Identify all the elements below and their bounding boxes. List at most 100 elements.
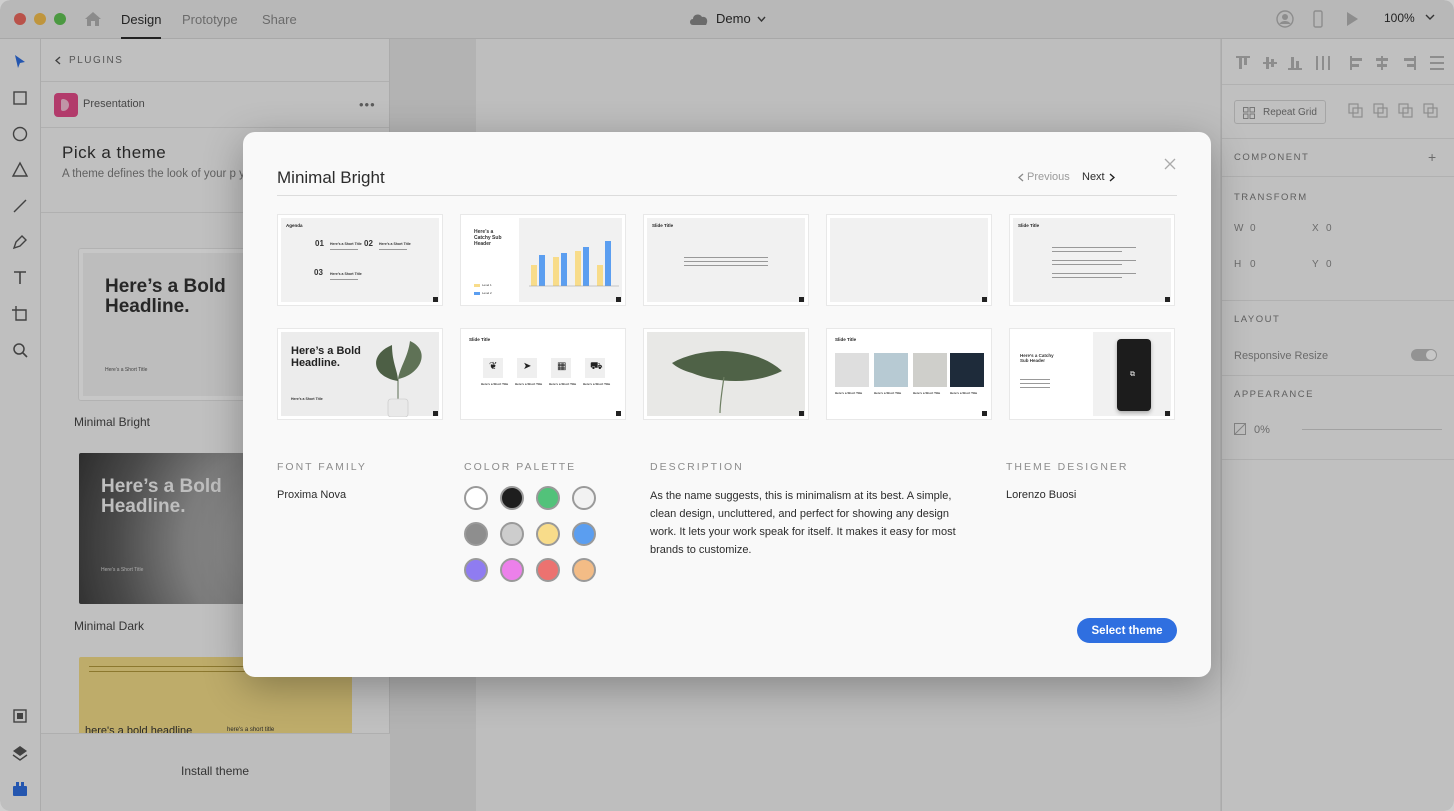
color-swatch (500, 486, 524, 510)
color-swatch (500, 522, 524, 546)
feature-icon-box: ▦ (551, 358, 571, 378)
select-theme-button[interactable]: Select theme (1077, 618, 1177, 643)
app-window: Design Prototype Share Demo 100% PLUGINS (0, 0, 1454, 811)
legend-label: Level 1 (482, 283, 492, 287)
color-swatch (464, 522, 488, 546)
color-swatch (572, 558, 596, 582)
gallery-image (874, 353, 908, 387)
color-swatch (536, 486, 560, 510)
theme-designer-value: Lorenzo Buosi (1006, 489, 1077, 501)
gallery-image (950, 353, 984, 387)
description-label: DESCRIPTION (650, 461, 744, 473)
text-line (379, 249, 407, 250)
gallery-image (913, 353, 947, 387)
gallery-caption: Here’s a Short Title (950, 391, 978, 395)
color-swatch (536, 558, 560, 582)
theme-designer-label: THEME DESIGNER (1006, 461, 1129, 473)
slide-title: Agenda (286, 223, 303, 228)
slide-background (647, 218, 805, 302)
slide-preview-agenda: Agenda 01 Here’s a Short Title 02 Here’s… (277, 214, 443, 306)
close-icon[interactable] (1164, 158, 1176, 170)
slide-headline: Here’s a Bold Headline. (291, 345, 361, 369)
text-line (1020, 379, 1050, 380)
feature-title: Here’s a Short Title (481, 382, 509, 386)
slide-preview-device: Here’s a Catchy Sub Header ⧉ (1009, 328, 1175, 420)
slide-title: Slide Title (1018, 223, 1040, 228)
chevron-right-icon (1109, 172, 1115, 182)
title-divider (277, 195, 1177, 196)
theme-description: As the name suggests, this is minimalism… (650, 490, 956, 556)
feature-title: Here’s a Short Title (549, 382, 577, 386)
text-line (1020, 383, 1050, 384)
text-line (1052, 260, 1136, 261)
agenda-number: 02 (364, 239, 373, 248)
slide-preview-text: Slide Title (643, 214, 809, 306)
chevron-left-icon (1018, 173, 1024, 181)
agenda-item-title: Here’s a Short Title (330, 242, 362, 246)
gallery-caption: Here’s a Short Title (835, 391, 863, 395)
mini-bar-chart (529, 241, 619, 287)
slide-badge (616, 297, 621, 302)
previous-label: Previous (1027, 171, 1070, 183)
text-line (684, 261, 768, 262)
leaf-photo (672, 351, 782, 413)
slide-badge (433, 297, 438, 302)
slide-badge (799, 411, 804, 416)
slide-title: Slide Title (835, 337, 857, 342)
slide-badge (799, 297, 804, 302)
text-line (1052, 251, 1122, 252)
text-line (1052, 273, 1136, 274)
theme-preview-dialog: Minimal Bright Previous Next Agenda 01 H… (243, 132, 1211, 677)
text-line (330, 279, 358, 280)
color-swatch (464, 486, 488, 510)
slide-preview-icons: Slide Title ❦ ➤ ▦ ⛟ Here’s a Short Title… (460, 328, 626, 420)
feature-icon-box: ➤ (517, 358, 537, 378)
legend-label: Level 2 (482, 291, 492, 295)
agenda-number: 01 (315, 239, 324, 248)
text-line (1052, 264, 1122, 265)
gallery-image (835, 353, 869, 387)
text-line (330, 249, 358, 250)
device-header: Here’s a Catchy Sub Header (1020, 353, 1054, 363)
slide-subtitle: Here’s a Short Title (291, 397, 323, 401)
font-family-label: FONT FAMILY (277, 461, 367, 473)
text-line (1052, 247, 1136, 248)
gallery-caption: Here’s a Short Title (874, 391, 902, 395)
feature-icon-box: ⛟ (585, 358, 605, 378)
slide-preview-bullets: Slide Title (1009, 214, 1175, 306)
gallery-caption: Here’s a Short Title (913, 391, 941, 395)
color-swatch (500, 558, 524, 582)
color-swatch (536, 522, 560, 546)
color-swatch (572, 486, 596, 510)
slide-preview-bold-headline: Here’s a Bold Headline. Here’s a Short T… (277, 328, 443, 420)
feature-icon-box: ❦ (483, 358, 503, 378)
phone-mockup: ⧉ (1117, 339, 1151, 411)
legend-swatch (474, 284, 480, 287)
slide-badge (982, 297, 987, 302)
slide-title: Slide Title (469, 337, 491, 342)
slide-badge (433, 411, 438, 416)
text-line (1020, 387, 1050, 388)
slide-badge (616, 411, 621, 416)
font-family-value: Proxima Nova (277, 489, 347, 501)
slide-preview-photo (643, 328, 809, 420)
feature-title: Here’s a Short Title (583, 382, 611, 386)
agenda-number: 03 (314, 268, 323, 277)
next-label: Next (1082, 171, 1105, 183)
slide-badge (982, 411, 987, 416)
slide-preview-blank (826, 214, 992, 306)
slide-background (830, 218, 988, 302)
copy-icon: ⧉ (1130, 371, 1135, 378)
legend-swatch (474, 292, 480, 295)
next-button[interactable]: Next (1082, 171, 1115, 183)
text-line (1052, 277, 1122, 278)
agenda-item-title: Here’s a Short Title (379, 242, 411, 246)
color-swatch (572, 522, 596, 546)
previous-button[interactable]: Previous (1018, 171, 1070, 183)
slide-background (281, 218, 439, 302)
plant-illustration (376, 341, 422, 417)
feature-title: Here’s a Short Title (515, 382, 543, 386)
slide-badge (1165, 411, 1170, 416)
slide-preview-chart: Here’s a Catchy Sub Header Level 1 Level… (460, 214, 626, 306)
slide-badge (1165, 297, 1170, 302)
